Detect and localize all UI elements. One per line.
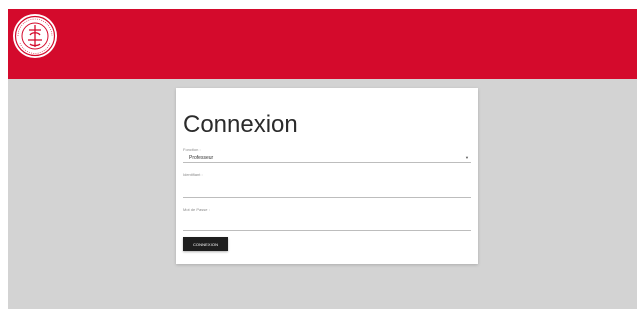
page-title: Connexion <box>183 111 298 138</box>
identifiant-input[interactable] <box>183 187 471 198</box>
fonction-label: Fonction : <box>183 147 201 152</box>
identifiant-label: Identifiant : <box>183 172 203 177</box>
fonction-select-value: Professeur <box>189 155 214 161</box>
caret-down-icon: ▼ <box>465 155 469 160</box>
password-label: Mot de Passe : <box>183 207 210 212</box>
connexion-button[interactable]: CONNEXION <box>183 237 228 251</box>
university-seal-icon[interactable] <box>12 13 58 59</box>
password-input[interactable] <box>183 220 471 231</box>
fonction-select[interactable]: Professeur ▼ <box>183 154 471 163</box>
page-background: Connexion Fonction : Professeur ▼ Identi… <box>8 9 637 309</box>
top-bar <box>8 9 637 79</box>
login-card: Connexion Fonction : Professeur ▼ Identi… <box>176 88 478 264</box>
